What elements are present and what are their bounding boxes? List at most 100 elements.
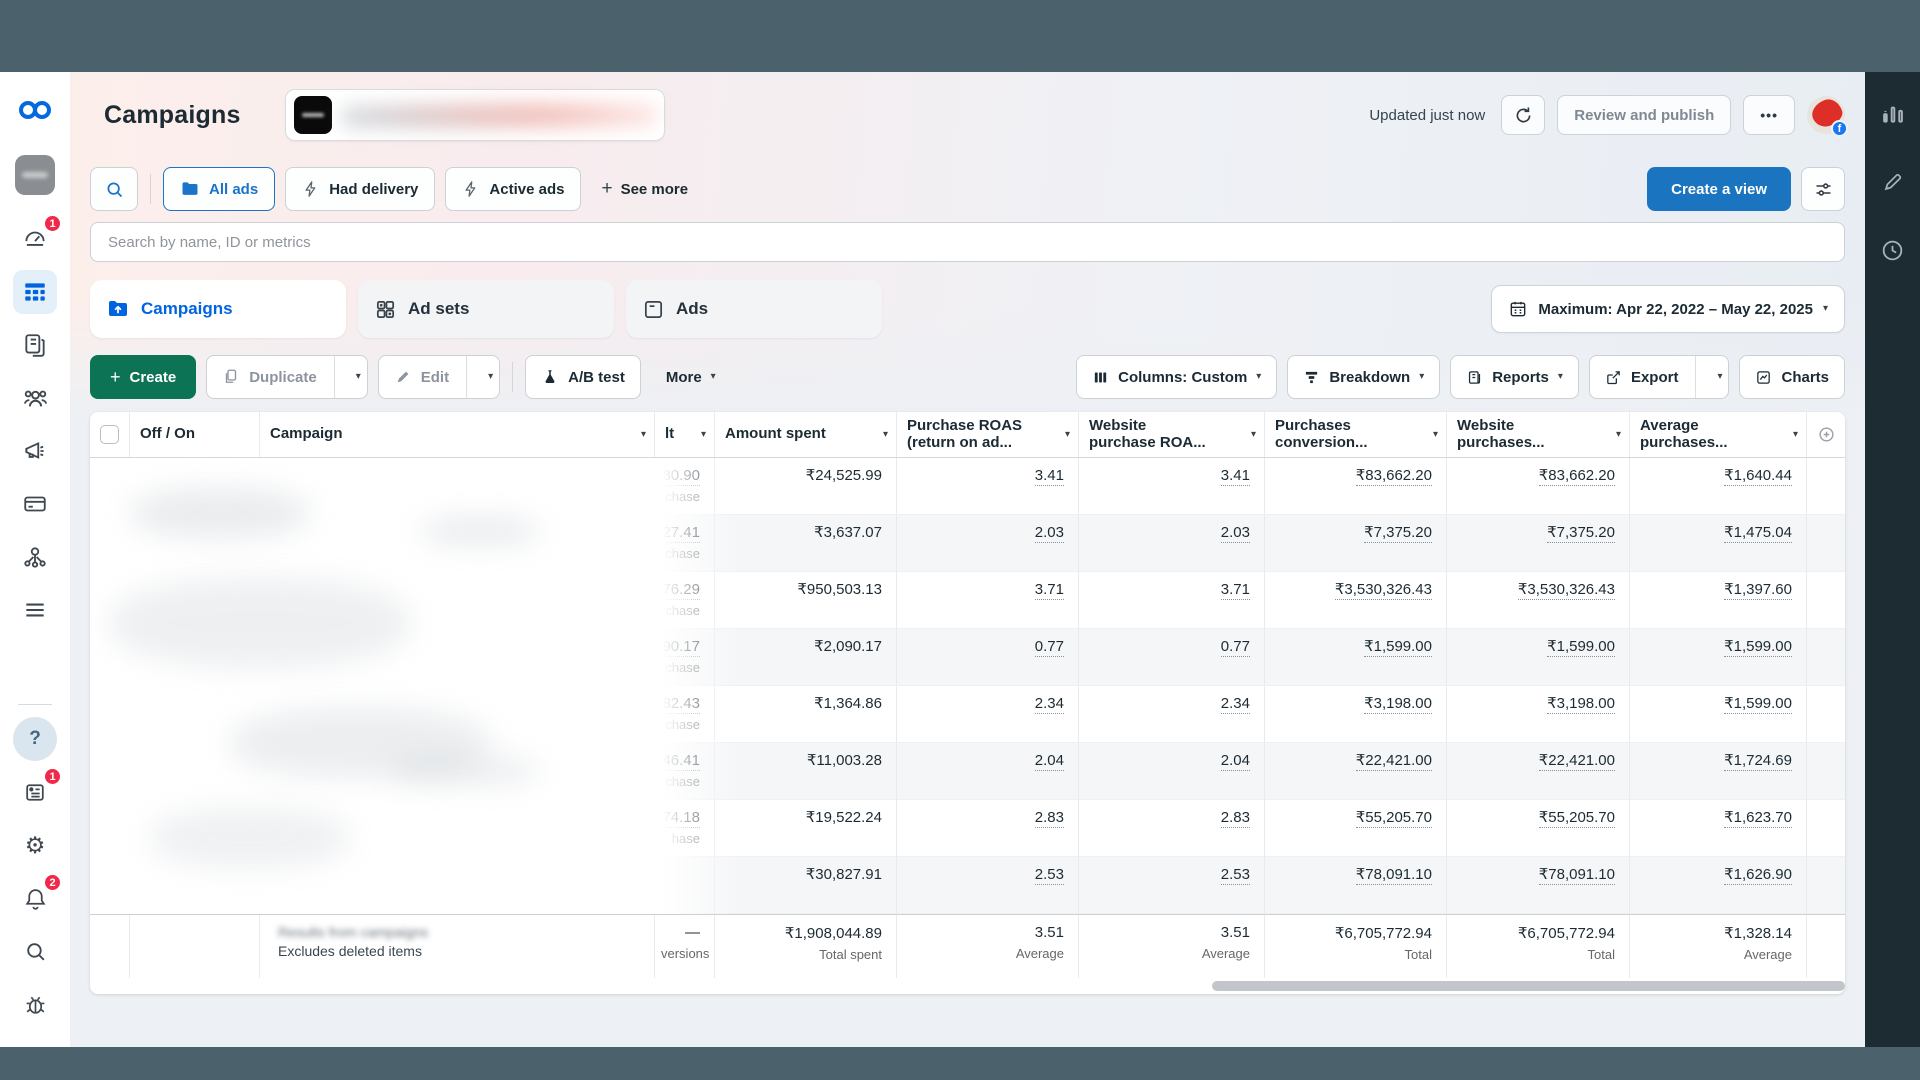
total-average-purchases: ₹1,328.14 Average (1630, 915, 1807, 978)
overview-badge: 1 (43, 214, 62, 233)
sort-caret-icon: ▾ (1429, 430, 1438, 440)
help-button[interactable]: ? (13, 717, 57, 761)
pencil-icon (394, 368, 412, 386)
sidebar-item-billing[interactable] (13, 482, 57, 526)
sort-caret-icon: ▾ (1789, 430, 1798, 440)
ab-test-button[interactable]: A/B test (525, 355, 641, 399)
ad-account-name-redacted (342, 97, 656, 133)
chevron-down-icon[interactable]: ▾ (1707, 372, 1722, 382)
performance-charts-button[interactable] (1880, 100, 1906, 126)
header-website-purchases[interactable]: Websitepurchases... ▾ (1447, 412, 1630, 457)
header-purchase-roas[interactable]: Purchase ROAS(return on ad... ▾ (897, 412, 1079, 457)
sidebar-item-audiences[interactable] (13, 376, 57, 420)
filter-all-ads[interactable]: All ads (163, 167, 275, 211)
edit-button[interactable]: Edit ▾ (378, 355, 500, 399)
header-purchases-conversion[interactable]: Purchasesconversion... ▾ (1265, 412, 1447, 457)
header-campaign[interactable]: Campaign ▾ (260, 412, 655, 457)
cell-average-purchases: ₹1,724.69 (1630, 743, 1807, 799)
user-avatar[interactable]: f (1807, 96, 1845, 134)
select-all-checkbox[interactable] (100, 425, 119, 444)
campaigns-table: Off / On Campaign ▾ lt ▾ Amount spent ▾ (90, 412, 1845, 994)
meta-logo-icon[interactable] (13, 88, 57, 132)
reports-button[interactable]: Reports ▾ (1450, 355, 1579, 399)
speedometer-icon (22, 226, 48, 252)
duplicate-button[interactable]: Duplicate ▾ (206, 355, 368, 399)
flask-icon (541, 368, 559, 386)
horizontal-scrollbar[interactable] (1212, 981, 1845, 991)
notifications-button[interactable]: 2 (13, 876, 57, 920)
chevron-down-icon: ▾ (1256, 372, 1261, 382)
report-problem-button[interactable] (13, 982, 57, 1026)
cell-website-purchase-roas: 2.04 (1079, 743, 1265, 799)
lightning-icon (462, 180, 480, 198)
tab-ads[interactable]: Ads (626, 280, 882, 338)
review-and-publish-button[interactable]: Review and publish (1557, 95, 1731, 135)
filter-bar: All ads Had delivery Active ads + Se (70, 158, 1865, 220)
header-average-purchases[interactable]: Averagepurchases... ▾ (1630, 412, 1807, 457)
account-thumbnail[interactable] (15, 155, 55, 195)
charts-button[interactable]: Charts (1739, 355, 1845, 399)
sidebar-item-ads-reporting[interactable] (13, 323, 57, 367)
more-button[interactable]: More ▾ (651, 355, 731, 399)
cell-website-purchases: ₹55,205.70 (1447, 800, 1630, 856)
ad-account-selector[interactable] (285, 89, 665, 141)
page-title: Campaigns (104, 101, 241, 130)
total-website-purchases: ₹6,705,772.94 Total (1447, 915, 1630, 978)
cell-add-column (1807, 857, 1845, 913)
cell-amount-spent: ₹19,522.24 (715, 800, 897, 856)
cell-purchase-roas: 2.83 (897, 800, 1079, 856)
global-search-button[interactable] (13, 929, 57, 973)
create-button[interactable]: + Create (90, 355, 196, 399)
sort-caret-icon: ▾ (1247, 430, 1256, 440)
tab-ad-sets[interactable]: Ad sets (358, 280, 614, 338)
bug-icon (23, 992, 48, 1017)
main-content: Campaigns Updated just now Review and pu… (70, 72, 1865, 1047)
header-website-purchase-roas[interactable]: Websitepurchase ROA... ▾ (1079, 412, 1265, 457)
toolbar-right-group: Columns: Custom ▾ Breakdown ▾ (1076, 355, 1845, 399)
refresh-button[interactable] (1501, 95, 1545, 135)
cell-purchases-conversion: ₹1,599.00 (1265, 629, 1447, 685)
header-amount-spent[interactable]: Amount spent ▾ (715, 412, 897, 457)
filter-had-delivery[interactable]: Had delivery (285, 167, 435, 211)
cell-purchases-conversion: ₹55,205.70 (1265, 800, 1447, 856)
search-input[interactable] (90, 222, 1845, 262)
create-a-view-button[interactable]: Create a view (1647, 167, 1791, 211)
view-settings-button[interactable] (1801, 167, 1845, 211)
sort-caret-icon: ▾ (1612, 430, 1621, 440)
sidebar-item-updates[interactable]: 1 (13, 770, 57, 814)
add-column-icon[interactable] (1817, 425, 1836, 444)
cell-add-column (1807, 629, 1845, 685)
search-filter-button[interactable] (90, 167, 138, 211)
sidebar-item-account-overview[interactable]: 1 (13, 217, 57, 261)
date-range-selector[interactable]: Maximum: Apr 22, 2022 – May 22, 2025 ▾ (1491, 285, 1845, 333)
reports-icon (1466, 369, 1483, 386)
chevron-down-icon[interactable]: ▾ (478, 372, 493, 382)
columns-button[interactable]: Columns: Custom ▾ (1076, 355, 1277, 399)
chevron-down-icon[interactable]: ▾ (346, 372, 361, 382)
cell-average-purchases: ₹1,599.00 (1630, 686, 1807, 742)
edit-panel-button[interactable] (1881, 170, 1905, 194)
sidebar-item-all-tools[interactable] (13, 588, 57, 632)
cell-purchase-roas: 2.53 (897, 857, 1079, 913)
history-button[interactable] (1880, 238, 1905, 263)
credit-card-icon (22, 491, 48, 517)
settings-button[interactable]: ⚙ (13, 823, 57, 867)
action-toolbar: + Create Duplicate ▾ Edit (70, 344, 1865, 410)
filter-active-ads[interactable]: Active ads (445, 167, 581, 211)
cell-purchases-conversion: ₹78,091.10 (1265, 857, 1447, 913)
cell-website-purchases: ₹78,091.10 (1447, 857, 1630, 913)
sidebar-item-events-manager[interactable] (13, 535, 57, 579)
sidebar-item-campaigns[interactable] (13, 270, 57, 314)
bell-icon (23, 886, 48, 911)
duplicate-icon (222, 368, 240, 386)
export-button[interactable]: Export ▾ (1589, 355, 1730, 399)
connections-icon (22, 544, 48, 570)
sidebar-item-advertise[interactable] (13, 429, 57, 473)
header-result-clipped[interactable]: lt ▾ (655, 412, 715, 457)
cell-purchase-roas: 2.04 (897, 743, 1079, 799)
breakdown-button[interactable]: Breakdown ▾ (1287, 355, 1440, 399)
more-options-button[interactable]: ••• (1743, 95, 1795, 135)
header-actions: Updated just now Review and publish ••• … (1369, 95, 1845, 135)
see-more-filters-button[interactable]: + See more (591, 178, 698, 200)
tab-campaigns[interactable]: Campaigns (90, 280, 346, 338)
